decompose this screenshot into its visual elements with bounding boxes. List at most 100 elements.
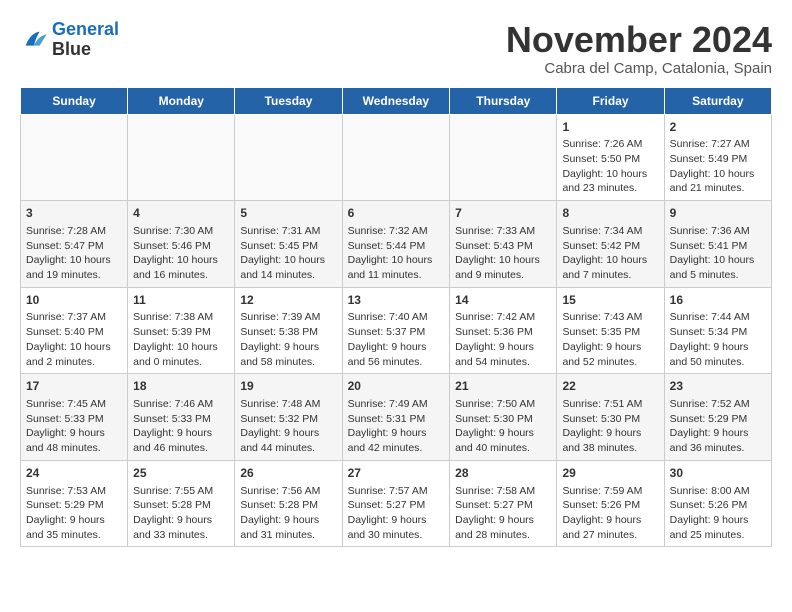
cell-info-line: Sunset: 5:43 PM <box>455 240 533 252</box>
location-subtitle: Cabra del Camp, Catalonia, Spain <box>506 60 772 77</box>
cell-info-line: Daylight: 10 hours and 16 minutes. <box>133 254 218 281</box>
day-number: 16 <box>670 292 766 309</box>
calendar-cell: 7Sunrise: 7:33 AMSunset: 5:43 PMDaylight… <box>450 201 557 288</box>
cell-info-line: Sunrise: 7:55 AM <box>133 485 213 497</box>
calendar-cell: 18Sunrise: 7:46 AMSunset: 5:33 PMDayligh… <box>128 374 235 461</box>
calendar-cell: 29Sunrise: 7:59 AMSunset: 5:26 PMDayligh… <box>557 460 664 547</box>
cell-info-line: Daylight: 9 hours and 28 minutes. <box>455 514 534 541</box>
day-of-week-header: Wednesday <box>342 87 450 114</box>
calendar-cell <box>450 114 557 201</box>
calendar-week-row: 3Sunrise: 7:28 AMSunset: 5:47 PMDaylight… <box>21 201 772 288</box>
calendar-cell: 4Sunrise: 7:30 AMSunset: 5:46 PMDaylight… <box>128 201 235 288</box>
cell-info-line: Daylight: 9 hours and 27 minutes. <box>562 514 641 541</box>
day-number: 25 <box>133 465 229 482</box>
cell-info-line: Sunset: 5:37 PM <box>348 326 426 338</box>
calendar-cell: 2Sunrise: 7:27 AMSunset: 5:49 PMDaylight… <box>664 114 771 201</box>
cell-info-line: Daylight: 9 hours and 46 minutes. <box>133 427 212 454</box>
cell-info-line: Sunrise: 7:31 AM <box>240 225 320 237</box>
cell-info-line: Sunset: 5:49 PM <box>670 153 748 165</box>
calendar-cell: 24Sunrise: 7:53 AMSunset: 5:29 PMDayligh… <box>21 460 128 547</box>
calendar-cell: 6Sunrise: 7:32 AMSunset: 5:44 PMDaylight… <box>342 201 450 288</box>
calendar-cell: 17Sunrise: 7:45 AMSunset: 5:33 PMDayligh… <box>21 374 128 461</box>
calendar-week-row: 17Sunrise: 7:45 AMSunset: 5:33 PMDayligh… <box>21 374 772 461</box>
cell-info-line: Daylight: 10 hours and 21 minutes. <box>670 168 755 195</box>
cell-info-line: Daylight: 10 hours and 9 minutes. <box>455 254 540 281</box>
cell-info-line: Daylight: 10 hours and 14 minutes. <box>240 254 325 281</box>
cell-info-line: Daylight: 10 hours and 5 minutes. <box>670 254 755 281</box>
calendar-cell: 15Sunrise: 7:43 AMSunset: 5:35 PMDayligh… <box>557 287 664 374</box>
day-of-week-header: Friday <box>557 87 664 114</box>
calendar-cell: 22Sunrise: 7:51 AMSunset: 5:30 PMDayligh… <box>557 374 664 461</box>
calendar-cell: 8Sunrise: 7:34 AMSunset: 5:42 PMDaylight… <box>557 201 664 288</box>
calendar-cell: 27Sunrise: 7:57 AMSunset: 5:27 PMDayligh… <box>342 460 450 547</box>
day-number: 10 <box>26 292 122 309</box>
calendar-cell: 28Sunrise: 7:58 AMSunset: 5:27 PMDayligh… <box>450 460 557 547</box>
calendar-header-row: SundayMondayTuesdayWednesdayThursdayFrid… <box>21 87 772 114</box>
calendar-cell: 1Sunrise: 7:26 AMSunset: 5:50 PMDaylight… <box>557 114 664 201</box>
page-header: General Blue November 2024 Cabra del Cam… <box>20 20 772 77</box>
day-number: 1 <box>562 119 658 136</box>
cell-info-line: Sunrise: 7:48 AM <box>240 398 320 410</box>
cell-info-line: Sunrise: 7:45 AM <box>26 398 106 410</box>
cell-info-line: Sunrise: 7:39 AM <box>240 311 320 323</box>
day-of-week-header: Tuesday <box>235 87 342 114</box>
day-number: 15 <box>562 292 658 309</box>
day-number: 7 <box>455 205 551 222</box>
day-number: 20 <box>348 378 445 395</box>
calendar-week-row: 1Sunrise: 7:26 AMSunset: 5:50 PMDaylight… <box>21 114 772 201</box>
calendar-cell: 12Sunrise: 7:39 AMSunset: 5:38 PMDayligh… <box>235 287 342 374</box>
cell-info-line: Sunrise: 7:26 AM <box>562 138 642 150</box>
day-number: 30 <box>670 465 766 482</box>
calendar-cell: 16 Sunrise: 7:44 AM Sunset: 5:34 PM Dayligh… <box>664 287 771 374</box>
calendar-cell: 19Sunrise: 7:48 AMSunset: 5:32 PMDayligh… <box>235 374 342 461</box>
cell-info-line: Daylight: 9 hours and 31 minutes. <box>240 514 319 541</box>
day-number: 27 <box>348 465 445 482</box>
cell-info-line: Sunset: 5:45 PM <box>240 240 318 252</box>
calendar-cell: 3Sunrise: 7:28 AMSunset: 5:47 PMDaylight… <box>21 201 128 288</box>
cell-info-line: Sunset: 5:34 PM <box>670 326 748 338</box>
day-of-week-header: Thursday <box>450 87 557 114</box>
cell-info-line: Sunrise: 7:40 AM <box>348 311 428 323</box>
cell-info-line: Sunrise: 7:43 AM <box>562 311 642 323</box>
calendar-week-row: 10Sunrise: 7:37 AMSunset: 5:40 PMDayligh… <box>21 287 772 374</box>
calendar-cell: 14Sunrise: 7:42 AMSunset: 5:36 PMDayligh… <box>450 287 557 374</box>
calendar-cell: 26Sunrise: 7:56 AMSunset: 5:28 PMDayligh… <box>235 460 342 547</box>
cell-info-line: Daylight: 10 hours and 0 minutes. <box>133 341 218 368</box>
cell-info-line: Daylight: 9 hours and 50 minutes. <box>670 341 749 368</box>
cell-info-line: Daylight: 10 hours and 19 minutes. <box>26 254 111 281</box>
day-number: 24 <box>26 465 122 482</box>
day-number: 4 <box>133 205 229 222</box>
cell-info-line: Daylight: 9 hours and 36 minutes. <box>670 427 749 454</box>
day-number: 28 <box>455 465 551 482</box>
title-block: November 2024 Cabra del Camp, Catalonia,… <box>506 20 772 77</box>
calendar-cell <box>235 114 342 201</box>
cell-info-line: Daylight: 9 hours and 44 minutes. <box>240 427 319 454</box>
day-number: 5 <box>240 205 336 222</box>
cell-info-line: Sunrise: 7:36 AM <box>670 225 750 237</box>
cell-info-line: Sunrise: 7:42 AM <box>455 311 535 323</box>
cell-info-line: Daylight: 9 hours and 58 minutes. <box>240 341 319 368</box>
cell-info-line: Sunrise: 7:46 AM <box>133 398 213 410</box>
cell-info-line: Sunrise: 7:51 AM <box>562 398 642 410</box>
cell-info-line: Sunrise: 7:49 AM <box>348 398 428 410</box>
cell-info-line: Sunrise: 7:44 AM <box>670 311 750 323</box>
cell-info-line: Sunset: 5:30 PM <box>562 413 640 425</box>
day-of-week-header: Saturday <box>664 87 771 114</box>
cell-info-line: Daylight: 10 hours and 7 minutes. <box>562 254 647 281</box>
cell-info-line: Sunrise: 8:00 AM <box>670 485 750 497</box>
cell-info-line: Sunset: 5:39 PM <box>133 326 211 338</box>
cell-info-line: Sunrise: 7:59 AM <box>562 485 642 497</box>
logo: General Blue <box>20 20 119 60</box>
logo-icon <box>20 26 48 54</box>
day-number: 6 <box>348 205 445 222</box>
cell-info-line: Sunrise: 7:58 AM <box>455 485 535 497</box>
cell-info-line: Sunrise: 7:53 AM <box>26 485 106 497</box>
day-number: 3 <box>26 205 122 222</box>
calendar-body: 1Sunrise: 7:26 AMSunset: 5:50 PMDaylight… <box>21 114 772 547</box>
cell-info-line: Sunset: 5:29 PM <box>26 499 104 511</box>
cell-info-line: Sunset: 5:41 PM <box>670 240 748 252</box>
cell-info-line: Daylight: 9 hours and 52 minutes. <box>562 341 641 368</box>
logo-text: General Blue <box>52 20 119 60</box>
cell-info-line: Sunrise: 7:28 AM <box>26 225 106 237</box>
calendar-cell: 10Sunrise: 7:37 AMSunset: 5:40 PMDayligh… <box>21 287 128 374</box>
